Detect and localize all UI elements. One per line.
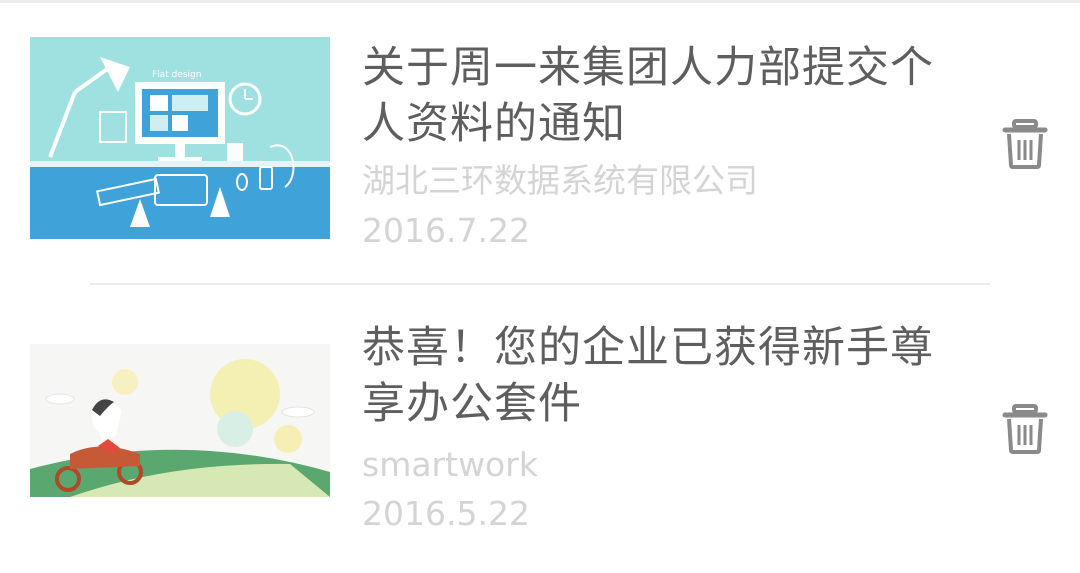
notice-date: 2016.5.22 bbox=[362, 494, 530, 533]
notice-source: 湖北三环数据系统有限公司 bbox=[362, 161, 758, 200]
notice-title[interactable]: 关于周一来集团人力部提交个人资料的通知 bbox=[362, 40, 952, 152]
thumbnail-image: Flat design bbox=[30, 37, 330, 239]
notice-source: smartwork bbox=[362, 445, 538, 484]
notice-title[interactable]: 恭喜！您的企业已获得新手尊享办公套件 bbox=[362, 320, 952, 432]
svg-text:Flat design: Flat design bbox=[152, 70, 201, 80]
list-item[interactable]: 恭喜！您的企业已获得新手尊享办公套件 smartwork 2016.5.22 bbox=[0, 286, 1080, 556]
notice-date: 2016.7.22 bbox=[362, 211, 530, 250]
list-item[interactable]: Flat design 关于周一来集团人力部提交个人资料的通知 湖北三环数据系统 bbox=[0, 0, 1080, 270]
list-divider bbox=[90, 283, 990, 285]
trash-icon[interactable] bbox=[1000, 403, 1050, 455]
trash-icon[interactable] bbox=[1000, 118, 1050, 170]
thumbnail-image bbox=[30, 344, 330, 497]
